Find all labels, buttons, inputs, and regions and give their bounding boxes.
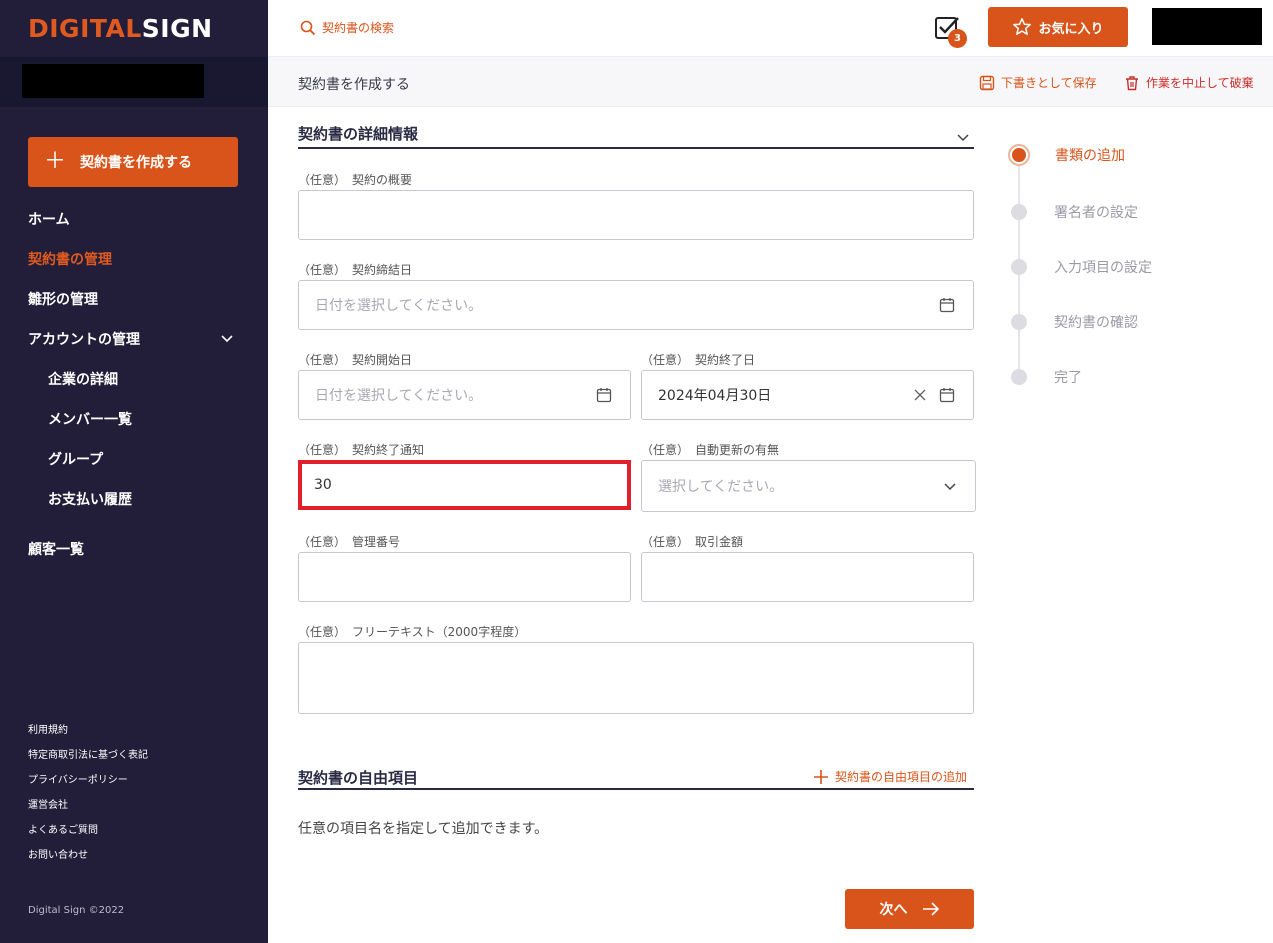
free-fields-description: 任意の項目名を指定して追加できます。 <box>298 821 549 837</box>
next-label: 次へ <box>879 902 908 918</box>
topbar: 契約書の検索 3 お気に入り <box>268 0 1273 57</box>
field-label-end-date: （任意） 契約終了日 <box>641 353 756 367</box>
footer-link-contact[interactable]: お問い合わせ <box>28 849 148 874</box>
footer-link-faq[interactable]: よくあるご質問 <box>28 824 148 849</box>
step-confirm: 契約書の確認 <box>1008 312 1138 332</box>
favorites-button[interactable]: お気に入り <box>988 7 1128 47</box>
field-label-free-text: （任意） フリーテキスト（2000字程度） <box>298 625 527 639</box>
field-label-amount: （任意） 取引金額 <box>641 535 744 549</box>
step-dot <box>1011 314 1027 330</box>
step-signers: 署名者の設定 <box>1008 202 1138 222</box>
free-text-textarea[interactable] <box>298 642 974 714</box>
user-panel <box>0 57 268 107</box>
step-dot <box>1011 259 1027 275</box>
favorites-label: お気に入り <box>1038 21 1104 37</box>
management-no-input[interactable] <box>298 552 631 602</box>
plus-icon: ＋ <box>44 149 67 174</box>
step-add-document: 書類の追加 <box>1008 144 1125 166</box>
next-button[interactable]: 次へ <box>845 889 974 929</box>
search-label: 契約書の検索 <box>322 21 395 35</box>
footer-links: 利用規約 特定商取引法に基づく表記 プライバシーポリシー 運営会社 よくあるご質… <box>28 724 148 874</box>
chevron-down-icon <box>944 483 956 491</box>
redacted-account[interactable] <box>1152 8 1262 45</box>
step-dot <box>1011 369 1027 385</box>
sidebar-item-templates[interactable]: 雛形の管理 <box>28 289 98 309</box>
chevron-down-icon[interactable] <box>220 331 234 345</box>
trash-icon <box>1126 75 1138 90</box>
step-dot-active <box>1008 144 1030 166</box>
create-contract-button[interactable]: ＋ 契約書を作成する <box>28 137 238 187</box>
sidebar-item-company[interactable]: 企業の詳細 <box>48 369 118 389</box>
discard-button[interactable]: 作業を中止して破棄 <box>1124 74 1254 91</box>
logo[interactable]: DIGITALSIGN <box>28 14 213 43</box>
copyright: Digital Sign ©2022 <box>28 905 125 916</box>
chevron-down-icon[interactable] <box>956 130 970 144</box>
free-fields-section-title: 契約書の自由項目 <box>298 769 419 787</box>
field-label-summary: （任意） 契約の概要 <box>298 173 413 187</box>
arrow-right-icon <box>922 902 939 916</box>
add-free-field-button[interactable]: 契約書の自由項目の追加 <box>813 768 967 785</box>
end-date-input[interactable]: 2024年04月30日 <box>641 370 974 420</box>
sidebar-item-customers[interactable]: 顧客一覧 <box>28 539 84 559</box>
redacted-user-name <box>22 64 204 98</box>
end-notice-input[interactable]: 30 <box>298 460 631 510</box>
footer-link-company[interactable]: 運営会社 <box>28 799 148 824</box>
section-divider <box>298 788 974 790</box>
save-draft-label: 下書きとして保存 <box>1001 76 1097 90</box>
field-label-auto-renew: （任意） 自動更新の有無 <box>641 443 780 457</box>
field-label-conclusion-date: （任意） 契約締結日 <box>298 263 413 277</box>
conclusion-date-input[interactable]: 日付を選択してください。 <box>298 280 974 330</box>
step-input-fields: 入力項目の設定 <box>1008 257 1152 277</box>
save-draft-button[interactable]: 下書きとして保存 <box>979 74 1097 91</box>
calendar-icon[interactable] <box>596 387 612 403</box>
step-dot <box>1011 204 1027 220</box>
footer-link-terms[interactable]: 利用規約 <box>28 724 148 749</box>
sidebar-item-account[interactable]: アカウントの管理 <box>28 329 140 349</box>
sidebar-item-home[interactable]: ホーム <box>28 209 70 229</box>
logo-part2: AL <box>105 14 142 43</box>
logo-part1: DIGIT <box>28 14 106 43</box>
add-free-field-label: 契約書の自由項目の追加 <box>835 770 968 784</box>
plus-icon <box>814 769 828 784</box>
search-icon <box>300 20 316 35</box>
star-icon <box>1013 18 1032 35</box>
summary-input[interactable] <box>298 190 974 240</box>
contract-search[interactable]: 契約書の検索 <box>300 19 394 36</box>
logo-part3: SIGN <box>141 14 213 43</box>
calendar-icon[interactable] <box>939 387 955 403</box>
sidebar: DIGITALSIGN ＋ 契約書を作成する ホーム 契約書の管理 雛形の管理 … <box>0 0 268 943</box>
start-date-input[interactable]: 日付を選択してください。 <box>298 370 631 420</box>
section-divider <box>298 147 974 149</box>
end-date-value: 2024年04月30日 <box>658 388 772 404</box>
auto-renew-select[interactable]: 選択してください。 <box>641 460 976 512</box>
field-label-management-no: （任意） 管理番号 <box>298 535 401 549</box>
field-label-start-date: （任意） 契約開始日 <box>298 353 413 367</box>
page-title: 契約書を作成する <box>298 77 410 93</box>
end-notice-value: 30 <box>314 477 332 493</box>
page-header: 契約書を作成する 下書きとして保存 作業を中止して破棄 <box>268 57 1273 107</box>
save-icon <box>979 75 995 90</box>
calendar-icon[interactable] <box>939 297 955 313</box>
field-label-end-notice: （任意） 契約終了通知 <box>298 443 425 457</box>
task-count-badge: 3 <box>948 29 967 48</box>
clear-icon[interactable] <box>913 388 927 402</box>
footer-link-privacy[interactable]: プライバシーポリシー <box>28 774 148 799</box>
create-contract-label: 契約書を作成する <box>80 155 193 171</box>
discard-label: 作業を中止して破棄 <box>1146 76 1254 90</box>
sidebar-item-payments[interactable]: お支払い履歴 <box>48 489 132 509</box>
details-section-title: 契約書の詳細情報 <box>298 125 419 143</box>
step-complete: 完了 <box>1008 367 1082 387</box>
sidebar-item-contracts[interactable]: 契約書の管理 <box>28 249 112 269</box>
footer-link-commerce-law[interactable]: 特定商取引法に基づく表記 <box>28 749 148 774</box>
amount-input[interactable] <box>641 552 974 602</box>
sidebar-item-members[interactable]: メンバー一覧 <box>48 409 132 429</box>
sidebar-item-groups[interactable]: グループ <box>48 449 103 469</box>
